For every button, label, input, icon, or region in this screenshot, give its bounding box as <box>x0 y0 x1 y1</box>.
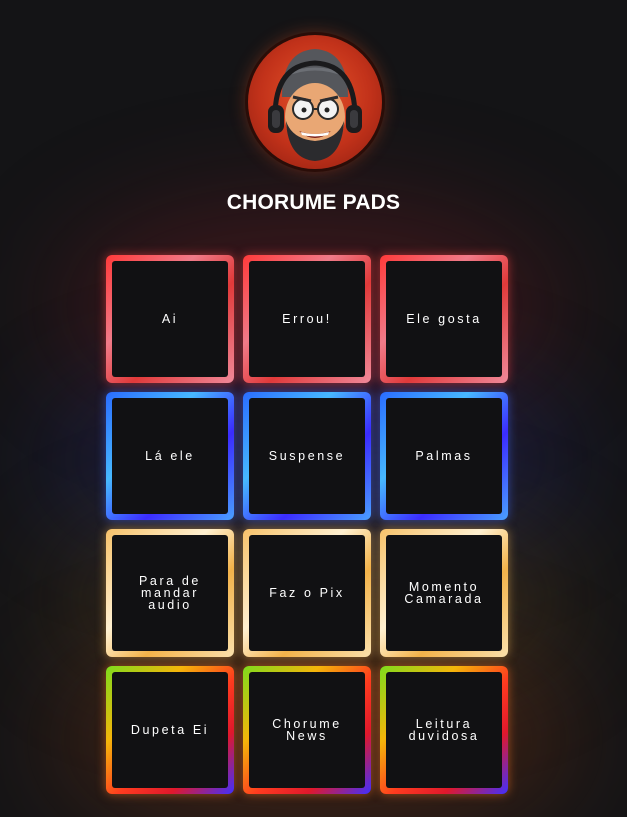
avatar <box>248 35 382 169</box>
pad-face: Para de mandar audio <box>112 535 228 651</box>
pad-button-leitura-duvidosa[interactable]: Leitura duvidosa <box>380 666 508 794</box>
pad-label: Lá ele <box>145 449 195 463</box>
pad-face: Suspense <box>249 398 365 514</box>
pad-face: Palmas <box>386 398 502 514</box>
pad-button-palmas[interactable]: Palmas <box>380 392 508 520</box>
pad-face: Errou! <box>249 261 365 377</box>
pad-face: Ai <box>112 261 228 377</box>
pad-label: Leitura duvidosa <box>408 717 480 743</box>
pad-face: Momento Camarada <box>386 535 502 651</box>
pad-button-ai[interactable]: Ai <box>106 255 234 383</box>
pad-label: Suspense <box>268 449 346 463</box>
pad-label: Chorume News <box>272 717 342 743</box>
pad-face: Ele gosta <box>386 261 502 377</box>
pad-button-dupeta-ei[interactable]: Dupeta Ei <box>106 666 234 794</box>
pad-button-faz-o-pix[interactable]: Faz o Pix <box>243 529 371 657</box>
pad-button-momento-camarada[interactable]: Momento Camarada <box>380 529 508 657</box>
page-title: CHORUME PADS <box>226 191 401 214</box>
pad-button-la-ele[interactable]: Lá ele <box>106 392 234 520</box>
pad-label: Dupeta Ei <box>130 723 210 737</box>
pad-face: Chorume News <box>249 672 365 788</box>
pad-face: Leitura duvidosa <box>386 672 502 788</box>
pad-grid: Ai Errou! Ele gosta Lá ele Suspense Palmas Par… <box>106 255 508 794</box>
pad-label: Errou! <box>282 312 332 326</box>
soundboard-page: CHORUME PADS Ai Errou! Ele gosta Lá ele Susp… <box>0 0 627 817</box>
pad-face: Faz o Pix <box>249 535 365 651</box>
pad-face: Dupeta Ei <box>112 672 228 788</box>
cartoon-gamer-avatar-icon <box>268 49 362 161</box>
pad-label: Momento Camarada <box>404 580 484 606</box>
pad-button-ele-gosta[interactable]: Ele gosta <box>380 255 508 383</box>
pad-label: Faz o Pix <box>269 586 345 600</box>
pad-label: Palmas <box>415 449 473 463</box>
pad-face: Lá ele <box>112 398 228 514</box>
pad-button-errou[interactable]: Errou! <box>243 255 371 383</box>
pad-button-para-de-mandar-audio[interactable]: Para de mandar audio <box>106 529 234 657</box>
pad-label: Ai <box>161 312 179 326</box>
pad-button-suspense[interactable]: Suspense <box>243 392 371 520</box>
pad-button-chorume-news[interactable]: Chorume News <box>243 666 371 794</box>
pad-label: Para de mandar audio <box>139 574 201 612</box>
pad-label: Ele gosta <box>406 312 482 326</box>
